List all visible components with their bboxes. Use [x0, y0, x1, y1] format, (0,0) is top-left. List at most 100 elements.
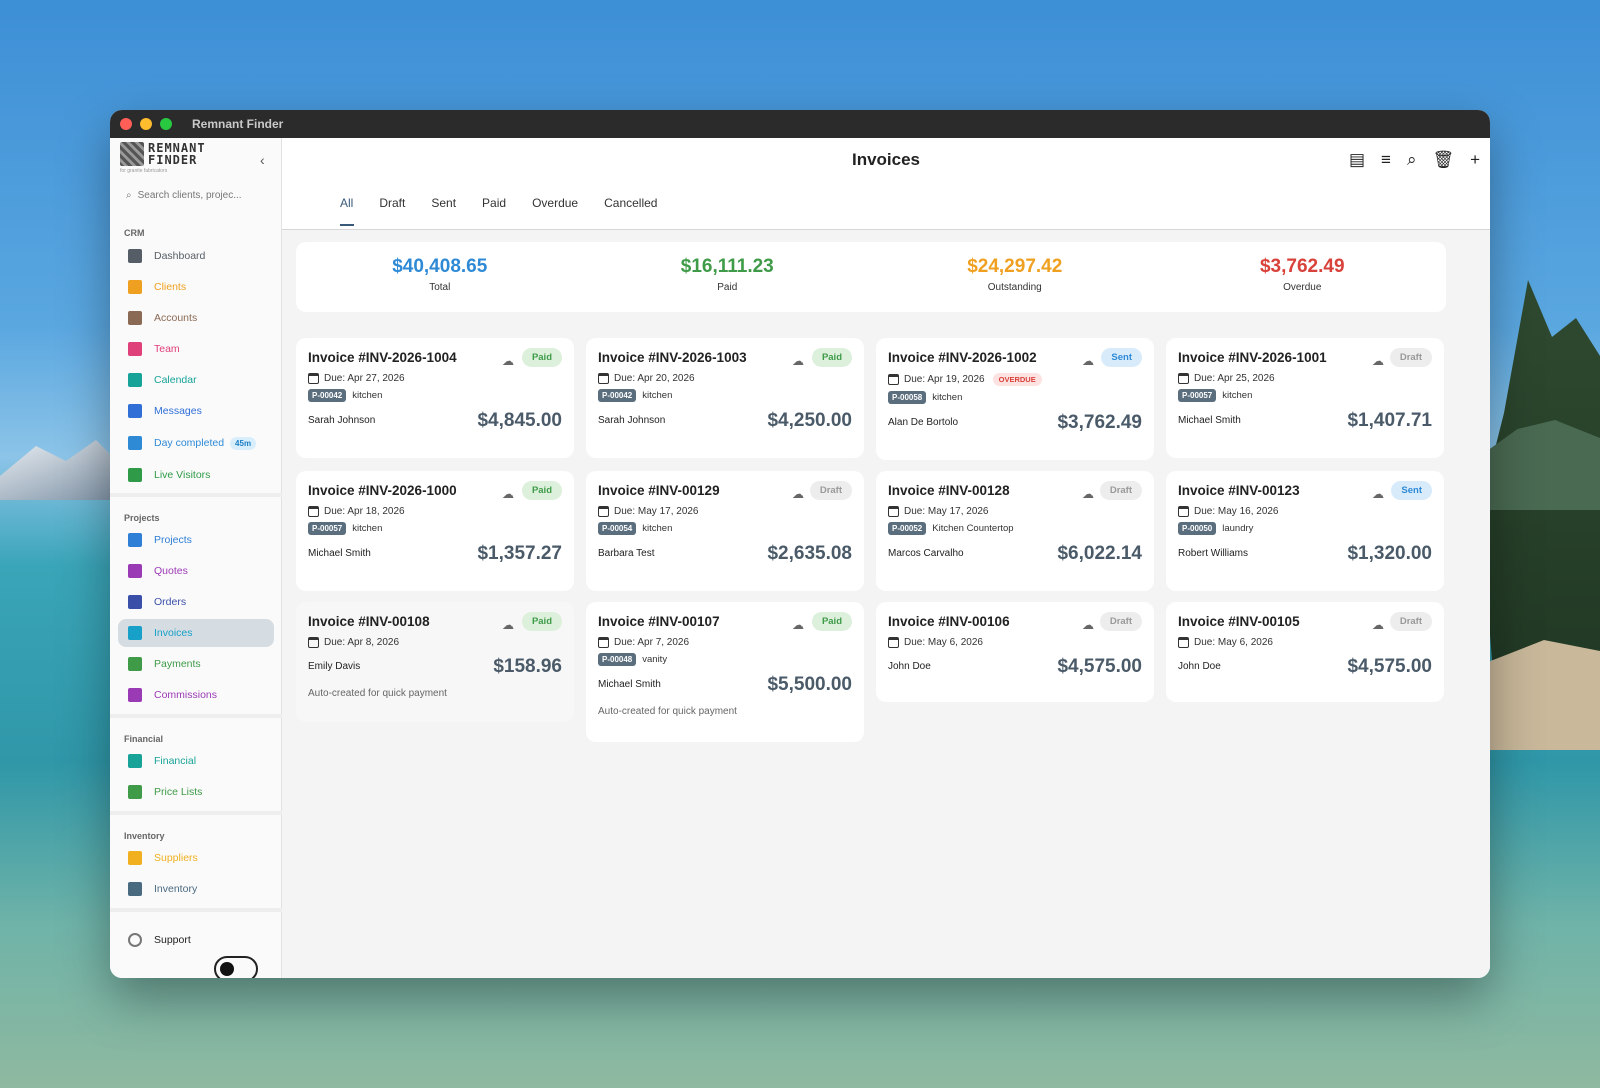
- status-badge: Paid: [811, 612, 852, 631]
- sidebar-item-calendar[interactable]: Calendar: [118, 366, 274, 394]
- tab-draft[interactable]: Draft: [379, 196, 405, 210]
- list-view-icon[interactable]: ▤: [1349, 150, 1365, 170]
- invoice-amount: $1,320.00: [1347, 543, 1432, 564]
- section-projects: Projects: [124, 513, 160, 523]
- tab-paid[interactable]: Paid: [482, 196, 506, 210]
- client-name: Barbara Test: [598, 548, 655, 559]
- close-window-button[interactable]: [120, 118, 132, 130]
- sidebar-search-input[interactable]: Search clients, projec...: [138, 190, 242, 201]
- invoice-card[interactable]: Invoice #INV-2026-1002 ☁︎ Sent Due: Apr 19,…: [876, 338, 1154, 460]
- invoice-card[interactable]: Invoice #INV-00129 ☁︎ Draft Due: May 17, 20…: [586, 471, 864, 591]
- tab-sent[interactable]: Sent: [431, 196, 456, 210]
- client-name: John Doe: [888, 661, 931, 672]
- tab-overdue[interactable]: Overdue: [532, 196, 578, 210]
- project-row: P-00042 kitchen: [308, 389, 562, 402]
- filter-icon[interactable]: ≡: [1381, 150, 1391, 170]
- zoom-window-button[interactable]: [160, 118, 172, 130]
- sidebar-item-suppliers[interactable]: Suppliers: [118, 844, 274, 872]
- sidebar-item-support[interactable]: Support: [118, 926, 274, 954]
- invoice-footer: Alan De Bortolo $3,762.49: [888, 412, 1142, 434]
- invoice-card[interactable]: Invoice #INV-00123 ☁︎ Sent Due: May 16, 202…: [1166, 471, 1444, 591]
- due-date-row: Due: Apr 18, 2026: [308, 506, 562, 517]
- invoice-card[interactable]: Invoice #INV-00107 ☁︎ Paid Due: Apr 7, 2026…: [586, 602, 864, 742]
- sidebar-item-quotes[interactable]: Quotes: [118, 557, 274, 585]
- collapse-sidebar-icon[interactable]: ‹: [260, 152, 265, 168]
- status-badge: Draft: [1389, 348, 1432, 367]
- client-name: Michael Smith: [308, 548, 371, 559]
- due-date: Due: May 17, 2026: [614, 506, 699, 517]
- status-badge: Draft: [1099, 612, 1142, 631]
- invoice-card[interactable]: Invoice #INV-2026-1000 ☁︎ Paid Due: Apr 18,…: [296, 471, 574, 591]
- sidebar-item-messages[interactable]: Messages: [118, 397, 274, 425]
- due-date-row: Due: Apr 8, 2026: [308, 637, 562, 648]
- minimize-window-button[interactable]: [140, 118, 152, 130]
- add-icon[interactable]: +: [1470, 150, 1480, 170]
- cloud-sync-icon: ☁︎: [1082, 618, 1094, 632]
- sidebar-item-accounts[interactable]: Accounts: [118, 304, 274, 332]
- sidebar-item-inventory[interactable]: Inventory: [118, 875, 274, 903]
- sidebar-item-label: Inventory: [154, 883, 198, 895]
- invoice-footer: Barbara Test $2,635.08: [598, 543, 852, 565]
- calendar-icon: [1178, 637, 1189, 648]
- sidebar-item-commissions[interactable]: Commissions: [118, 681, 274, 709]
- calendar-icon: [308, 637, 319, 648]
- sidebar-item-dashboard[interactable]: Dashboard: [118, 242, 274, 270]
- invoice-card[interactable]: Invoice #INV-00128 ☁︎ Draft Due: May 17, 20…: [876, 471, 1154, 591]
- invoice-card[interactable]: Invoice #INV-00105 ☁︎ Draft Due: May 6, 202…: [1166, 602, 1444, 702]
- status-badge: Paid: [811, 348, 852, 367]
- calendar-icon: [128, 373, 142, 387]
- delete-icon[interactable]: 🗑︎: [1432, 150, 1454, 170]
- page-title: Invoices: [851, 150, 921, 169]
- calendar-icon: [1178, 506, 1189, 517]
- sidebar-item-payments[interactable]: Payments: [118, 650, 274, 678]
- invoice-card[interactable]: Invoice #INV-00108 ☁︎ Paid Due: Apr 8, 2026…: [296, 602, 574, 722]
- invoice-card[interactable]: Invoice #INV-2026-1001 ☁︎ Draft Due: Apr 25…: [1166, 338, 1444, 458]
- project-area: Kitchen Countertop: [932, 523, 1014, 534]
- sidebar-item-label: Calendar: [154, 374, 197, 386]
- summary-value: $40,408.65: [392, 256, 488, 277]
- status-badge: Sent: [1391, 481, 1432, 500]
- invoice-amount: $2,635.08: [767, 543, 852, 564]
- sidebar-item-projects[interactable]: Projects: [118, 526, 274, 554]
- wallet-icon: [128, 754, 142, 768]
- sidebar-item-team[interactable]: Team: [118, 335, 274, 363]
- client-name: John Doe: [1178, 661, 1221, 672]
- invoice-card[interactable]: Invoice #INV-00106 ☁︎ Draft Due: May 6, 202…: [876, 602, 1154, 702]
- support-icon: [128, 933, 142, 947]
- project-row: P-00058 kitchen: [888, 391, 1142, 404]
- summary-label: Total: [429, 282, 451, 293]
- cloud-sync-icon: ☁︎: [792, 487, 804, 501]
- section-crm: CRM: [124, 228, 145, 238]
- sidebar-item-invoices[interactable]: Invoices: [118, 619, 274, 647]
- sidebar-item-label: Commissions: [154, 689, 218, 701]
- divider: [110, 908, 282, 912]
- invoice-amount: $5,500.00: [767, 674, 852, 695]
- project-row: P-00050 laundry: [1178, 522, 1432, 535]
- truck-icon: [128, 851, 142, 865]
- invoice-card[interactable]: Invoice #INV-2026-1004 ☁︎ Paid Due: Apr 27,…: [296, 338, 574, 458]
- project-row: P-00057 kitchen: [1178, 389, 1432, 402]
- sidebar-item-clients[interactable]: Clients: [118, 273, 274, 301]
- project-area: kitchen: [932, 392, 963, 403]
- tab-all[interactable]: All: [340, 196, 353, 210]
- theme-toggle[interactable]: [214, 956, 258, 978]
- summary-value: $16,111.23: [680, 256, 774, 277]
- sidebar-item-day-completed[interactable]: Day completed 45m: [118, 429, 274, 457]
- summary-label: Overdue: [1283, 282, 1322, 293]
- window-title: Remnant Finder: [192, 117, 284, 131]
- due-date: Due: May 6, 2026: [904, 637, 983, 648]
- client-name: Michael Smith: [598, 679, 661, 690]
- sidebar-item-financial[interactable]: Financial: [118, 747, 274, 775]
- sidebar-item-orders[interactable]: Orders: [118, 588, 274, 616]
- sidebar-item-price-lists[interactable]: Price Lists: [118, 778, 274, 806]
- project-badge: P-00042: [598, 389, 637, 402]
- invoice-card[interactable]: Invoice #INV-2026-1003 ☁︎ Paid Due: Apr 20,…: [586, 338, 864, 458]
- project-area: laundry: [1222, 523, 1254, 534]
- cloud-sync-icon: ☁︎: [1372, 618, 1384, 632]
- due-date: Due: May 17, 2026: [904, 506, 989, 517]
- status-badge: Sent: [1101, 348, 1142, 367]
- tab-cancelled[interactable]: Cancelled: [604, 196, 657, 210]
- search-icon[interactable]: ⌕: [1407, 150, 1417, 170]
- sidebar-item-live-visitors[interactable]: Live Visitors: [118, 461, 274, 489]
- sidebar-search[interactable]: ⌕ Search clients, projec...: [126, 190, 242, 201]
